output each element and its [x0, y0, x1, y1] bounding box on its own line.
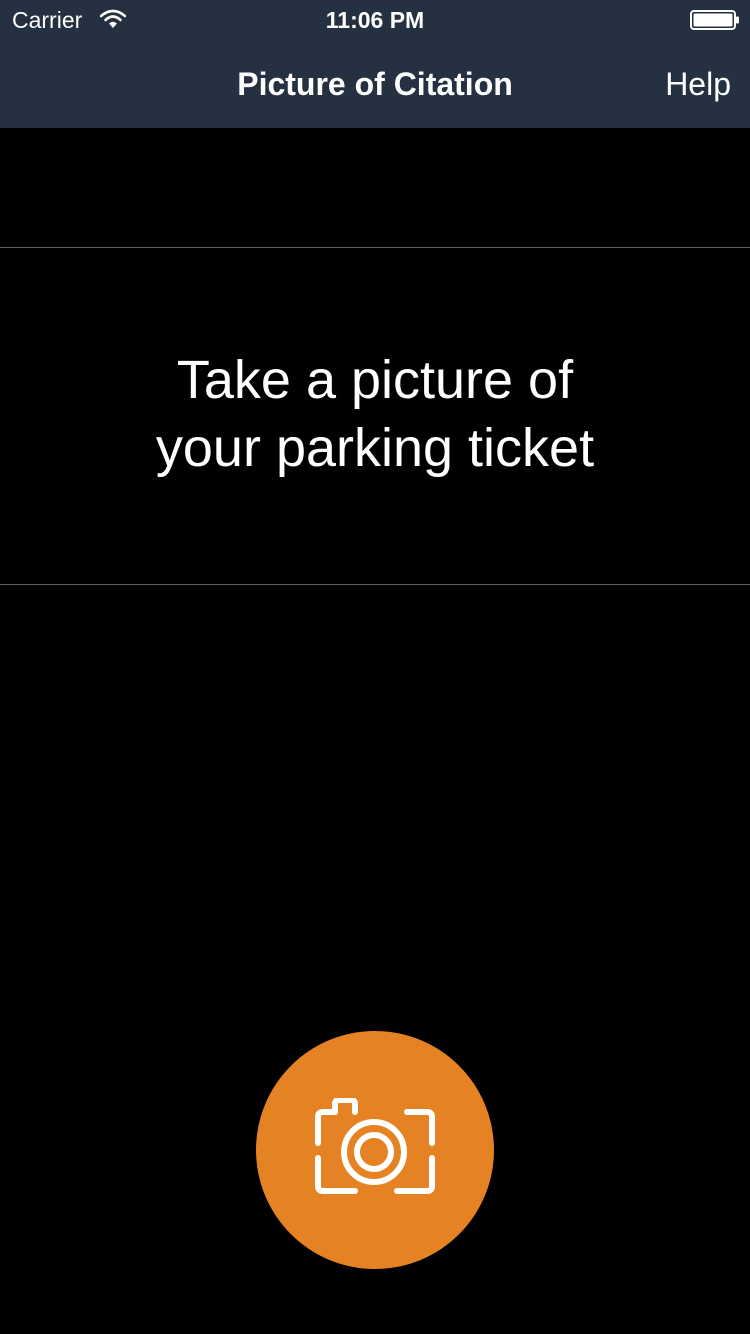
instruction-bottom-divider [0, 584, 750, 585]
battery-icon [690, 10, 739, 30]
status-time: 11:06 PM [325, 7, 425, 33]
navigation-bar: Picture of Citation Help [0, 40, 750, 128]
page-title: Picture of Citation [237, 66, 513, 102]
instruction-top-divider [0, 247, 750, 248]
instruction-line-2: your parking ticket [155, 418, 595, 478]
camera-icon [315, 1098, 435, 1194]
citation-camera-screen: Carrier 11:06 PM Picture of Citation Hel… [0, 0, 750, 1334]
status-bar: Carrier 11:06 PM [0, 0, 750, 40]
instruction-text: Take a picture of your parking ticket [0, 346, 750, 482]
help-button[interactable]: Help [665, 64, 731, 104]
instruction-line-1: Take a picture of [176, 350, 574, 410]
take-picture-button[interactable] [256, 1031, 494, 1269]
top-bar: Carrier 11:06 PM Picture of Citation Hel… [0, 0, 750, 128]
